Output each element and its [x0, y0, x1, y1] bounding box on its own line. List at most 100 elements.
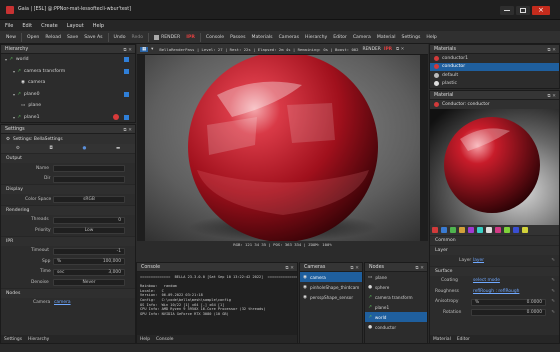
material-list-item[interactable]: plastic: [430, 80, 559, 89]
edit-icon[interactable]: ✎: [551, 310, 555, 315]
material-type-icon[interactable]: [450, 227, 456, 233]
tab-material[interactable]: Material: [433, 337, 451, 342]
sphere-icon[interactable]: ●: [83, 146, 87, 151]
spp-field[interactable]: % 100,000: [53, 258, 125, 265]
denoise-select[interactable]: Never: [53, 279, 125, 286]
render-viewport[interactable]: [137, 55, 428, 241]
new-button[interactable]: New: [3, 33, 19, 42]
menu-help[interactable]: Help: [93, 23, 104, 29]
material-type-icon[interactable]: [513, 227, 519, 233]
node-list-item[interactable]: ● sphere: [365, 282, 427, 292]
expand-arrow-icon[interactable]: ▾: [13, 115, 15, 120]
panel-float-close-icon[interactable]: ⧉ ✕: [396, 46, 404, 52]
camera-list-item[interactable]: ◉ persspShape_sensor: [300, 292, 362, 302]
node-list-item[interactable]: ↗ plane1: [365, 302, 427, 312]
dir-field[interactable]: [53, 175, 125, 183]
section-output[interactable]: Output: [1, 153, 135, 163]
layer-link[interactable]: layer: [473, 258, 484, 263]
camera-list-item[interactable]: ◉ camera: [300, 272, 362, 282]
menu-edit[interactable]: Edit: [22, 23, 32, 29]
viewport-ipr-label[interactable]: IPR: [384, 47, 392, 52]
close-window-button[interactable]: ×: [532, 6, 550, 15]
hierarchy-button[interactable]: Hierarchy: [302, 33, 330, 42]
visibility-toggle[interactable]: [124, 91, 129, 97]
material-type-icon[interactable]: [477, 227, 483, 233]
tree-row[interactable]: ▾ ↗ plane1: [1, 112, 135, 124]
expand-arrow-icon[interactable]: ▾: [5, 57, 7, 62]
roughness-link[interactable]: reflRough : reflRough: [473, 289, 519, 294]
menu-file[interactable]: File: [5, 23, 13, 29]
expand-arrow-icon[interactable]: ▾: [13, 69, 15, 74]
time-field[interactable]: sec 3,000: [53, 268, 125, 276]
display-icon[interactable]: ▬: [116, 146, 120, 151]
node-list-item[interactable]: ↗ world: [365, 312, 427, 322]
panel-float-close-icon[interactable]: ⧉ ✕: [547, 47, 556, 53]
settings-gear-icon[interactable]: ⚙: [16, 146, 20, 151]
edit-icon[interactable]: ✎: [551, 289, 555, 294]
visibility-toggle[interactable]: [124, 68, 129, 74]
redo-button[interactable]: Redo: [129, 33, 147, 42]
render-button[interactable]: RENDER: [151, 33, 183, 42]
editor-button[interactable]: Editor: [330, 33, 350, 42]
material-type-icon[interactable]: [495, 227, 501, 233]
node-list-item[interactable]: ↗ camera transform: [365, 292, 427, 302]
chevron-down-icon[interactable]: ▾: [151, 47, 153, 52]
reload-button[interactable]: Reload: [42, 33, 64, 42]
node-list-item[interactable]: ▭ plane: [365, 272, 427, 282]
tree-row[interactable]: ▾ ↗ camera transform: [1, 66, 135, 78]
section-common[interactable]: Common: [430, 235, 559, 245]
tab-help[interactable]: Help: [140, 337, 150, 342]
help-button[interactable]: Help: [423, 33, 439, 42]
panel-float-close-icon[interactable]: ⧉ ✕: [285, 265, 294, 271]
camera-list-item[interactable]: ◉ pinholeShape_thirdcam: [300, 282, 362, 292]
section-rendering[interactable]: Rendering: [1, 204, 135, 215]
save-as-button[interactable]: Save As: [81, 33, 105, 42]
minimize-button[interactable]: [500, 6, 514, 15]
material-type-icon[interactable]: [486, 227, 492, 233]
tab-editor[interactable]: Editor: [457, 337, 470, 342]
timeout-field[interactable]: -1: [53, 247, 125, 255]
undo-button[interactable]: Undo: [111, 33, 129, 42]
material-type-icon[interactable]: [432, 227, 438, 233]
tree-row[interactable]: ▾ ↗ plane0: [1, 89, 135, 101]
panel-float-close-icon[interactable]: ⧉ ✕: [547, 93, 556, 99]
ipr-button[interactable]: IPR: [183, 33, 198, 42]
material-type-icon[interactable]: [459, 227, 465, 233]
material-list-item[interactable]: default: [430, 71, 559, 80]
panel-float-close-icon[interactable]: ⧉ ✕: [123, 127, 132, 133]
coating-link[interactable]: select mode: [473, 278, 500, 283]
panel-float-close-icon[interactable]: ⧉ ✕: [415, 265, 424, 271]
cameras-button[interactable]: Cameras: [276, 33, 302, 42]
edit-icon[interactable]: ✎: [551, 299, 555, 304]
tab-hierarchy[interactable]: Hierarchy: [28, 337, 49, 342]
edit-icon[interactable]: ✎: [551, 278, 555, 283]
material-button[interactable]: Material: [374, 33, 399, 42]
threads-field[interactable]: 0: [53, 216, 125, 224]
menu-layout[interactable]: Layout: [67, 23, 84, 29]
section-surface[interactable]: Surface: [430, 265, 559, 276]
camera-button[interactable]: Camera: [350, 33, 374, 42]
camera-icon[interactable]: ◘: [49, 146, 52, 151]
viewport-menu-button[interactable]: ▦: [140, 46, 149, 52]
node-list-item[interactable]: ● conductor: [365, 322, 427, 332]
section-ipr[interactable]: IPR: [1, 235, 135, 246]
color-space-select[interactable]: sRGB: [53, 196, 125, 203]
edit-icon[interactable]: ✎: [551, 258, 555, 263]
anisotropy-field[interactable]: % 0.0000: [471, 298, 546, 306]
material-type-icon[interactable]: [522, 227, 528, 233]
viewport-render-label[interactable]: RENDER: [362, 47, 380, 52]
materials-button[interactable]: Materials: [249, 33, 276, 42]
panel-float-close-icon[interactable]: ⧉ ✕: [350, 265, 359, 271]
save-button[interactable]: Save: [64, 33, 81, 42]
console-output[interactable]: ============== BELLA 23.3.0.0 [Sat Sep 1…: [137, 272, 297, 335]
menu-create[interactable]: Create: [41, 23, 58, 29]
open-button[interactable]: Open: [24, 33, 42, 42]
tree-row[interactable]: ▾ ↗ world: [1, 54, 135, 66]
console-button[interactable]: Console: [203, 33, 227, 42]
visibility-toggle[interactable]: [124, 114, 129, 120]
tab-settings[interactable]: Settings: [4, 337, 22, 342]
visibility-toggle[interactable]: [124, 57, 129, 62]
section-layer[interactable]: Layer: [430, 245, 559, 255]
material-type-icon[interactable]: [468, 227, 474, 233]
expand-arrow-icon[interactable]: ▾: [13, 92, 15, 97]
